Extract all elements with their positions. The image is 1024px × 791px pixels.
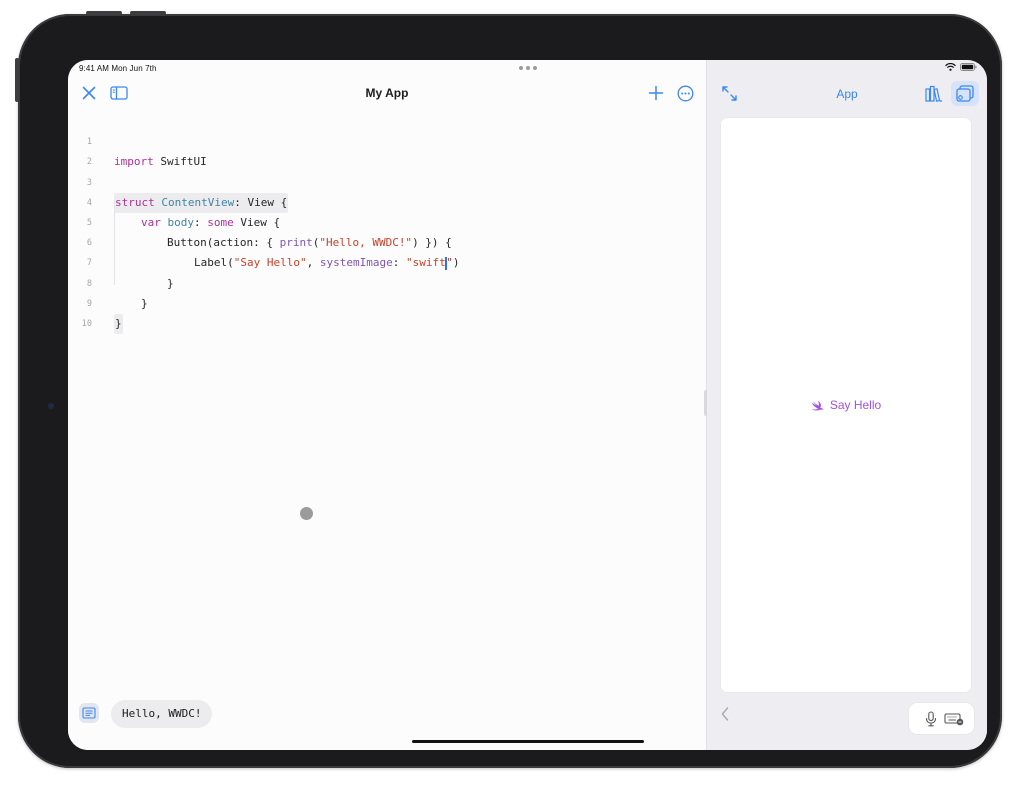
app-preview-button[interactable]	[951, 81, 979, 106]
console-icon	[82, 707, 96, 719]
plus-icon[interactable]	[648, 85, 664, 101]
wifi-icon	[945, 63, 956, 71]
front-camera	[48, 403, 54, 409]
code-line: 5 Button(action: { print("Hello, WWDC!")…	[68, 193, 706, 249]
ipad-frame: My App 1 import SwiftUI 2 3 struct Conte…	[18, 14, 1002, 768]
code-editor-pane: My App 1 import SwiftUI 2 3 struct Conte…	[68, 60, 706, 750]
editor-title: My App	[365, 86, 409, 100]
status-indicators	[945, 63, 977, 71]
code-area[interactable]: 1 import SwiftUI 2 3 struct ContentView:…	[68, 112, 706, 335]
swift-icon	[811, 399, 824, 410]
indent-guide	[114, 201, 115, 285]
line-number: 10	[81, 318, 92, 329]
code-line: 10	[68, 294, 706, 329]
volume-down-button	[130, 11, 166, 15]
console-output: Hello, WWDC!	[111, 700, 213, 728]
multitasking-menu[interactable]	[519, 66, 537, 70]
volume-up-button	[86, 11, 122, 15]
keyboard-icon[interactable]	[944, 712, 964, 726]
microphone-icon[interactable]	[925, 711, 937, 727]
console-toggle-button[interactable]	[79, 703, 99, 723]
ipad-screen: My App 1 import SwiftUI 2 3 struct Conte…	[68, 60, 987, 750]
code-line: 1 import SwiftUI	[68, 112, 706, 168]
code-line: 4 var body: some View {	[68, 173, 706, 229]
home-indicator[interactable]	[412, 740, 644, 743]
more-icon[interactable]	[677, 85, 694, 102]
power-button	[15, 58, 19, 102]
preview-title: App	[836, 87, 858, 101]
code-line: 6 Label("Say Hello", systemImage: "swift…	[68, 213, 706, 270]
chevron-left-icon[interactable]	[720, 706, 730, 722]
code-line: 7 }	[68, 233, 706, 289]
input-controls	[909, 703, 974, 734]
code-line: 9 }	[68, 274, 706, 335]
say-hello-button[interactable]: Say Hello	[721, 398, 971, 412]
preview-canvas: Say Hello	[721, 118, 971, 692]
code-line: 8 }	[68, 253, 706, 310]
battery-icon	[960, 63, 977, 71]
library-icon[interactable]	[925, 85, 943, 102]
touch-indicator	[300, 507, 313, 520]
preview-pane: App Say Hello	[707, 60, 987, 750]
code-line: 3 struct ContentView: View {	[68, 152, 706, 213]
app-preview-icon	[956, 85, 974, 102]
status-time: 9:41 AM Mon Jun 7th	[79, 64, 157, 73]
say-hello-label: Say Hello	[829, 398, 882, 412]
code-line: 2	[68, 132, 706, 167]
